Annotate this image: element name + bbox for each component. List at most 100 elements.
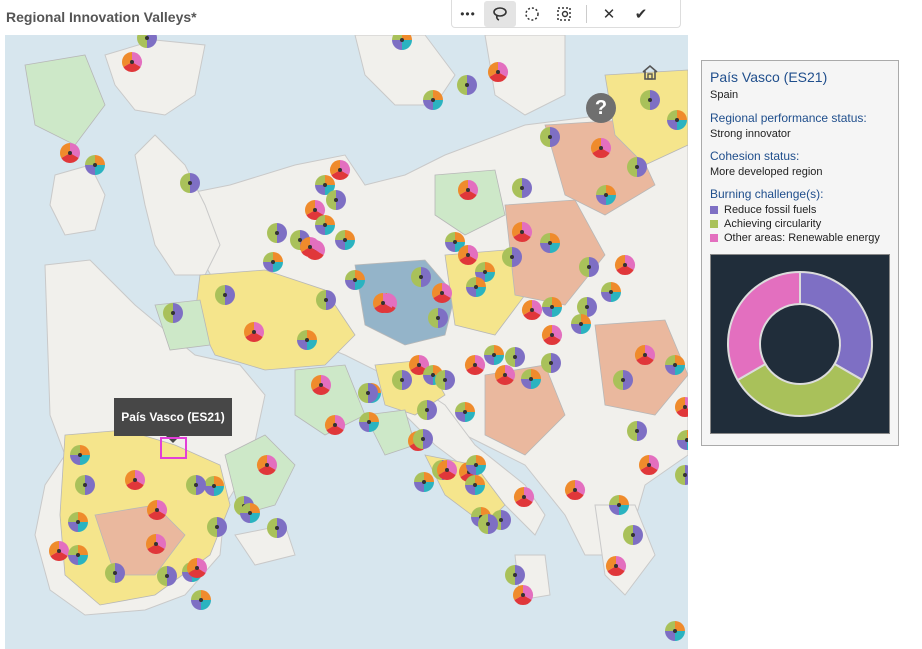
legend-label: Reduce fossil fuels (724, 204, 817, 216)
legend-item: Other areas: Renewable energy (710, 232, 890, 244)
rect-select-icon[interactable] (548, 1, 580, 27)
region-marker-center (76, 520, 80, 524)
map-canvas[interactable] (5, 35, 688, 649)
region-marker-slice[interactable] (675, 621, 685, 631)
rect-select-icon (557, 6, 571, 21)
region-marker-center (522, 495, 526, 499)
region-marker-center (675, 118, 679, 122)
region-marker-slice[interactable] (665, 631, 675, 641)
region-marker-center (486, 522, 490, 526)
performance-value: Strong innovator (710, 128, 791, 140)
lasso-select-icon[interactable] (484, 0, 516, 27)
region-marker-center (550, 305, 554, 309)
region-marker-center (275, 526, 279, 530)
region-marker-center (308, 245, 312, 249)
region-marker-slice[interactable] (414, 482, 424, 492)
legend-label: Other areas: Renewable energy (724, 232, 880, 244)
europe-map[interactable]: ? (5, 35, 688, 649)
challenge-label: Burning challenge(s): (710, 187, 824, 201)
region-marker-center (171, 311, 175, 315)
region-marker-slice[interactable] (675, 631, 685, 641)
circle-select-icon (525, 6, 539, 21)
region-marker-center (93, 163, 97, 167)
region-marker-center (648, 98, 652, 102)
region-marker-center (323, 223, 327, 227)
region-marker-slice[interactable] (359, 422, 369, 432)
region-marker-slice[interactable] (191, 600, 201, 610)
region-marker-center (212, 484, 216, 488)
region-marker-center (445, 468, 449, 472)
region-marker-center (155, 508, 159, 512)
region-marker-center (338, 168, 342, 172)
region-marker-center (548, 241, 552, 245)
region-marker-center (465, 83, 469, 87)
more-options-icon[interactable]: ••• (452, 1, 484, 27)
region-marker-slice[interactable] (414, 472, 424, 482)
region-marker-center (417, 363, 421, 367)
region-marker-center (529, 377, 533, 381)
region-marker-center (579, 322, 583, 326)
region-marker-center (324, 298, 328, 302)
region-marker-center (194, 483, 198, 487)
region-marker-center (199, 598, 203, 602)
region-marker-center (513, 355, 517, 359)
legend-label: Achieving circularity (724, 218, 822, 230)
region-marker-slice[interactable] (424, 472, 434, 482)
home-icon[interactable] (641, 63, 663, 85)
region-marker-center (510, 255, 514, 259)
region-marker-center (57, 549, 61, 553)
region-marker-center (499, 518, 503, 522)
selected-region-box[interactable] (160, 437, 187, 459)
region-marker-slice[interactable] (240, 513, 250, 523)
region-marker-center (443, 378, 447, 382)
region-marker-slice[interactable] (250, 513, 260, 523)
region-marker-center (154, 542, 158, 546)
check-icon[interactable]: ✔ (625, 1, 657, 27)
region-marker-slice[interactable] (201, 600, 211, 610)
region-marker-center (683, 405, 687, 409)
region-marker-center (425, 408, 429, 412)
region-marker-center (635, 429, 639, 433)
region-marker-center (76, 553, 80, 557)
region-marker-slice[interactable] (95, 155, 105, 165)
region-marker-center (130, 60, 134, 64)
region-marker-slice[interactable] (433, 100, 443, 110)
donut-slice (727, 270, 801, 382)
region-marker-center (587, 265, 591, 269)
region-emerging[interactable] (24, 54, 106, 146)
region-marker-center (521, 593, 525, 597)
region-marker-center (496, 70, 500, 74)
region-marker-center (113, 571, 117, 575)
region-marker-center (573, 488, 577, 492)
region-marker-center (367, 420, 371, 424)
region-marker-center (647, 463, 651, 467)
region-marker-center (133, 478, 137, 482)
region-marker-center (492, 353, 496, 357)
region-marker-center (599, 146, 603, 150)
region-marker-center (431, 373, 435, 377)
region-marker-center (223, 293, 227, 297)
region-marker-center (381, 301, 385, 305)
info-panel: País Vasco (ES21) Spain Regional perform… (701, 60, 899, 446)
region-marker-center (631, 533, 635, 537)
region-marker-center (366, 391, 370, 395)
region-marker-slice[interactable] (95, 165, 105, 175)
donut-slice (736, 362, 864, 417)
region-country: Spain (710, 89, 739, 101)
region-marker-center (334, 198, 338, 202)
region-marker-slice[interactable] (665, 621, 675, 631)
circle-select-icon[interactable] (516, 1, 548, 27)
region-marker-center (188, 181, 192, 185)
close-icon[interactable]: ✕ (593, 1, 625, 27)
cohesion-value: More developed region (710, 166, 823, 178)
region-marker-slice[interactable] (423, 100, 433, 110)
region-marker-slice[interactable] (85, 155, 95, 165)
region-marker-slice[interactable] (201, 590, 211, 600)
region-marker-center (635, 165, 639, 169)
legend-item: Achieving circularity (710, 218, 890, 230)
cohesion-label: Cohesion status: (710, 149, 800, 163)
region-marker-slice[interactable] (424, 482, 434, 492)
region-marker-center (78, 453, 82, 457)
region-marker-slice[interactable] (191, 590, 201, 600)
help-icon[interactable]: ? (586, 93, 616, 123)
